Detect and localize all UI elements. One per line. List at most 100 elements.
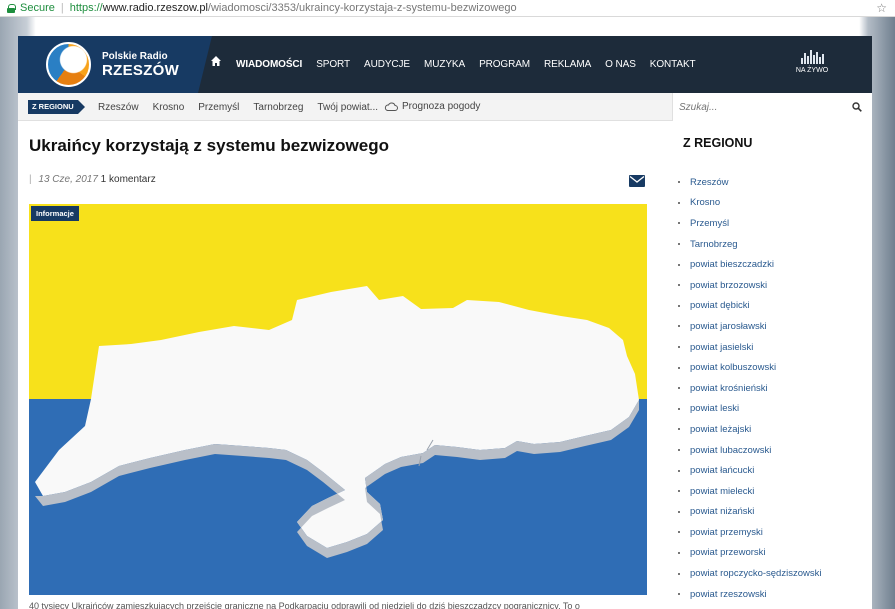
region-link-rzeszow[interactable]: Rzeszów bbox=[98, 102, 139, 113]
nav-reklama[interactable]: REKLAMA bbox=[544, 59, 591, 70]
sidebar-item[interactable]: powiat jarosławski bbox=[678, 316, 821, 337]
sidebar-item[interactable]: powiat lubaczowski bbox=[678, 440, 821, 461]
live-button[interactable]: NA ŻYWO bbox=[789, 50, 835, 74]
search-icon[interactable] bbox=[852, 102, 862, 112]
sidebar-item[interactable]: powiat kolbuszowski bbox=[678, 357, 821, 378]
region-links: Rzeszów Krosno Przemyśl Tarnobrzeg Twój … bbox=[98, 93, 392, 121]
secure-label: Secure bbox=[20, 1, 55, 14]
sidebar-item-label: powiat leski bbox=[690, 403, 740, 415]
sidebar-item[interactable]: powiat bieszczadzki bbox=[678, 254, 821, 275]
nav-audycje[interactable]: AUDYCJE bbox=[364, 59, 410, 70]
region-link-przemysl[interactable]: Przemyśl bbox=[198, 102, 239, 113]
bullet-icon bbox=[678, 510, 680, 513]
region-link-tarnobrzeg[interactable]: Tarnobrzeg bbox=[253, 102, 303, 113]
sidebar-item-label: powiat leżajski bbox=[690, 423, 752, 435]
sidebar-item-label: powiat łańcucki bbox=[690, 465, 755, 477]
sidebar-item[interactable]: Rzeszów bbox=[678, 172, 821, 193]
address-bar[interactable]: Secure | https:// www.radio.rzeszow.pl /… bbox=[0, 0, 895, 17]
region-badge: Z REGIONU bbox=[28, 100, 85, 114]
region-link-krosno[interactable]: Krosno bbox=[153, 102, 185, 113]
sidebar-item[interactable]: powiat przemyski bbox=[678, 522, 821, 543]
bullet-icon bbox=[678, 428, 680, 431]
bullet-icon bbox=[678, 181, 680, 184]
sidebar-item[interactable]: powiat dębicki bbox=[678, 296, 821, 317]
sidebar-item[interactable]: powiat ropczycko-sędziszowski bbox=[678, 563, 821, 584]
url-path: /wiadomosci/3353/ukraincy-korzystaja-z-s… bbox=[207, 1, 517, 14]
bullet-icon bbox=[678, 201, 680, 204]
sidebar-list: Rzeszów Krosno Przemyśl Tarnobrzeg powiat bi… bbox=[678, 172, 821, 604]
sidebar-item[interactable]: powiat jasielski bbox=[678, 337, 821, 358]
nav-muzyka[interactable]: MUZYKA bbox=[424, 59, 465, 70]
sidebar-item[interactable]: powiat mielecki bbox=[678, 481, 821, 502]
bullet-icon bbox=[678, 222, 680, 225]
bullet-icon bbox=[678, 551, 680, 554]
sidebar-item-label: powiat ropczycko-sędziszowski bbox=[690, 568, 822, 580]
sidebar-item[interactable]: powiat leski bbox=[678, 399, 821, 420]
weather-link[interactable]: Prognoza pogody bbox=[402, 93, 480, 121]
lock-icon bbox=[7, 3, 16, 13]
bookmark-star-icon[interactable]: ☆ bbox=[876, 0, 887, 17]
bullet-icon bbox=[678, 263, 680, 266]
sidebar-item[interactable]: powiat brzozowski bbox=[678, 275, 821, 296]
sidebar-item-label: powiat przemyski bbox=[690, 526, 763, 538]
home-icon[interactable] bbox=[210, 55, 222, 67]
bullet-icon bbox=[678, 469, 680, 472]
sidebar-item-label: powiat rzeszowski bbox=[690, 588, 767, 600]
sidebar-item[interactable]: powiat leżajski bbox=[678, 419, 821, 440]
bullet-icon bbox=[678, 490, 680, 493]
nav-o-nas[interactable]: O NAS bbox=[605, 59, 636, 70]
bullet-icon bbox=[678, 366, 680, 369]
site-logo[interactable]: Polskie Radio RZESZÓW bbox=[18, 36, 212, 93]
sidebar-item-label: powiat mielecki bbox=[690, 485, 755, 497]
bullet-icon bbox=[678, 593, 680, 596]
sidebar-item[interactable]: Tarnobrzeg bbox=[678, 234, 821, 255]
sidebar-item[interactable]: powiat krośnieński bbox=[678, 378, 821, 399]
meta-divider: | bbox=[29, 174, 32, 185]
bullet-icon bbox=[678, 325, 680, 328]
bullet-icon bbox=[678, 407, 680, 410]
sidebar-item-label: Przemyśl bbox=[690, 217, 730, 229]
bullet-icon bbox=[678, 346, 680, 349]
logo-line1: Polskie Radio bbox=[102, 51, 168, 62]
sidebar-item-label: powiat krośnieński bbox=[690, 382, 768, 394]
sidebar-item[interactable]: Krosno bbox=[678, 193, 821, 214]
sidebar-item-label: powiat jasielski bbox=[690, 341, 754, 353]
search-input[interactable] bbox=[679, 98, 839, 116]
bullet-icon bbox=[678, 284, 680, 287]
category-badge[interactable]: Informacje bbox=[31, 206, 79, 221]
logo-emblem-icon bbox=[46, 42, 91, 87]
sidebar-item[interactable]: powiat przeworski bbox=[678, 543, 821, 564]
nav-program[interactable]: PROGRAM bbox=[479, 59, 530, 70]
sidebar-item-label: powiat bieszczadzki bbox=[690, 259, 774, 271]
article-date: 13 Cze, 2017 bbox=[38, 174, 98, 185]
site-page: Polskie Radio RZESZÓW WIADOMOŚCI SPORT A… bbox=[18, 36, 872, 609]
sidebar-item-label: Rzeszów bbox=[690, 176, 729, 188]
sidebar-item-label: powiat lubaczowski bbox=[690, 444, 772, 456]
nav-wiadomosci[interactable]: WIADOMOŚCI bbox=[236, 59, 302, 70]
main-nav: WIADOMOŚCI SPORT AUDYCJE MUZYKA PROGRAM … bbox=[236, 36, 710, 93]
logo-line2: RZESZÓW bbox=[102, 62, 180, 79]
sidebar-item[interactable]: powiat rzeszowski bbox=[678, 584, 821, 605]
sidebar-item[interactable]: Przemyśl bbox=[678, 213, 821, 234]
bullet-icon bbox=[678, 243, 680, 246]
region-link-twoj-powiat[interactable]: Twój powiat... bbox=[317, 102, 378, 113]
bullet-icon bbox=[678, 304, 680, 307]
mail-icon[interactable] bbox=[629, 175, 645, 187]
sidebar-item-label: powiat przeworski bbox=[690, 547, 766, 559]
nav-sport[interactable]: SPORT bbox=[316, 59, 350, 70]
search-box bbox=[672, 93, 872, 121]
address-separator: | bbox=[60, 1, 64, 14]
sidebar-item-label: Tarnobrzeg bbox=[690, 238, 738, 250]
nav-kontakt[interactable]: KONTAKT bbox=[650, 59, 696, 70]
sidebar-item-label: powiat kolbuszowski bbox=[690, 362, 777, 374]
sidebar-item[interactable]: powiat łańcucki bbox=[678, 460, 821, 481]
sidebar-item-label: Krosno bbox=[690, 197, 721, 209]
article-teaser: 40 tysięcy Ukraińców zamieszkujących prz… bbox=[29, 601, 580, 609]
url-scheme: https:// bbox=[69, 1, 103, 14]
site-header: Polskie Radio RZESZÓW WIADOMOŚCI SPORT A… bbox=[18, 36, 872, 93]
comments-link[interactable]: 1 komentarz bbox=[101, 174, 156, 185]
sidebar-title: Z REGIONU bbox=[683, 136, 753, 150]
sidebar-item-label: powiat niżański bbox=[690, 506, 755, 518]
sidebar-item-label: powiat brzozowski bbox=[690, 279, 768, 291]
sidebar-item[interactable]: powiat niżański bbox=[678, 502, 821, 523]
